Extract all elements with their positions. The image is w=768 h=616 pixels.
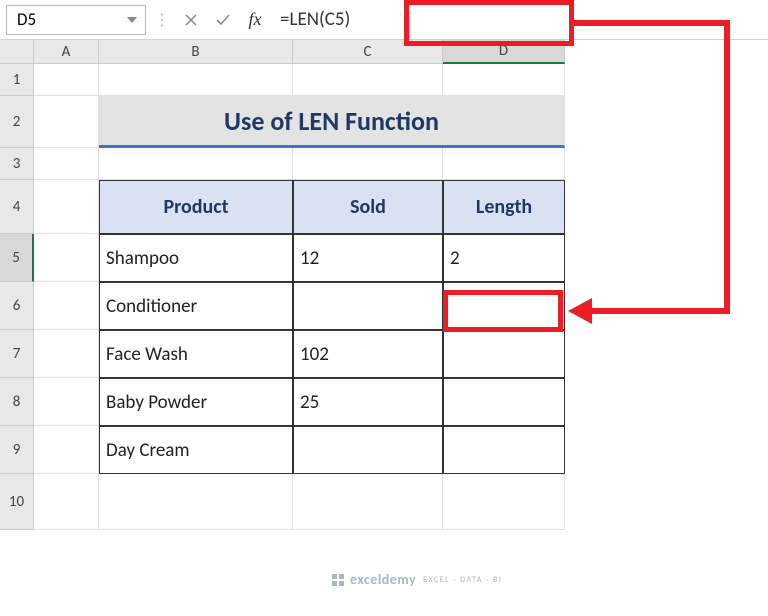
row-6: 6 Conditioner bbox=[0, 282, 768, 330]
cell-product-1[interactable]: Conditioner bbox=[99, 282, 293, 330]
rows-area: 1 2 Use of LEN Function 3 4 Product Sold… bbox=[0, 64, 768, 530]
cell-length-1[interactable] bbox=[443, 282, 565, 330]
row-header-8[interactable]: 8 bbox=[0, 378, 34, 426]
row-2: 2 Use of LEN Function bbox=[0, 96, 768, 148]
separator: ⋮ bbox=[154, 10, 170, 30]
cell-A1[interactable] bbox=[34, 64, 99, 96]
cell-A7[interactable] bbox=[34, 330, 99, 378]
cell-C10[interactable] bbox=[293, 474, 443, 530]
formula-text: =LEN(C5) bbox=[280, 8, 350, 31]
column-headers: A B C D bbox=[0, 40, 768, 64]
row-4: 4 Product Sold Length bbox=[0, 180, 768, 234]
cell-D3[interactable] bbox=[443, 148, 565, 180]
cell-A9[interactable] bbox=[34, 426, 99, 474]
cell-length-2[interactable] bbox=[443, 330, 565, 378]
cell-sold-4[interactable] bbox=[293, 426, 443, 474]
row-header-2[interactable]: 2 bbox=[0, 96, 34, 148]
cell-sold-1[interactable] bbox=[293, 282, 443, 330]
row-header-6[interactable]: 6 bbox=[0, 282, 34, 330]
row-header-1[interactable]: 1 bbox=[0, 64, 34, 96]
fx-icon[interactable]: fx bbox=[242, 7, 268, 33]
cell-sold-3[interactable]: 25 bbox=[293, 378, 443, 426]
cell-sold-0[interactable]: 12 bbox=[293, 234, 443, 282]
name-box-value: D5 bbox=[17, 9, 36, 30]
watermark-icon bbox=[330, 572, 346, 588]
cell-B3[interactable] bbox=[99, 148, 293, 180]
select-all-corner[interactable] bbox=[0, 40, 34, 64]
row-3: 3 bbox=[0, 148, 768, 180]
row-8: 8 Baby Powder 25 bbox=[0, 378, 768, 426]
column-header-A[interactable]: A bbox=[34, 40, 99, 64]
table-header-product[interactable]: Product bbox=[99, 180, 293, 234]
annotation-line bbox=[574, 20, 730, 26]
cell-A5[interactable] bbox=[34, 234, 99, 282]
row-header-3[interactable]: 3 bbox=[0, 148, 34, 180]
check-icon[interactable] bbox=[210, 7, 236, 33]
row-9: 9 Day Cream bbox=[0, 426, 768, 474]
spreadsheet-grid: A B C D 1 2 Use of LEN Function 3 4 P bbox=[0, 40, 768, 616]
cell-D10[interactable] bbox=[443, 474, 565, 530]
row-5: 5 Shampoo 12 2 bbox=[0, 234, 768, 282]
column-header-D[interactable]: D bbox=[443, 40, 565, 64]
cell-A10[interactable] bbox=[34, 474, 99, 530]
name-box[interactable]: D5 bbox=[6, 5, 146, 35]
cell-A8[interactable] bbox=[34, 378, 99, 426]
watermark-sub: EXCEL · DATA · BI bbox=[423, 575, 502, 585]
row-header-4[interactable]: 4 bbox=[0, 180, 34, 234]
annotation-line bbox=[724, 20, 730, 314]
row-header-9[interactable]: 9 bbox=[0, 426, 34, 474]
chevron-down-icon[interactable] bbox=[127, 13, 137, 27]
cell-B10[interactable] bbox=[99, 474, 293, 530]
row-1: 1 bbox=[0, 64, 768, 96]
row-7: 7 Face Wash 102 bbox=[0, 330, 768, 378]
table-header-sold[interactable]: Sold bbox=[293, 180, 443, 234]
title-cell[interactable]: Use of LEN Function bbox=[99, 96, 565, 148]
cell-product-4[interactable]: Day Cream bbox=[99, 426, 293, 474]
row-10: 10 bbox=[0, 474, 768, 530]
row-header-10[interactable]: 10 bbox=[0, 474, 34, 530]
cell-product-0[interactable]: Shampoo bbox=[99, 234, 293, 282]
cell-length-4[interactable] bbox=[443, 426, 565, 474]
cell-B1[interactable] bbox=[99, 64, 293, 96]
cell-product-2[interactable]: Face Wash bbox=[99, 330, 293, 378]
watermark: exceldemy EXCEL · DATA · BI bbox=[330, 571, 502, 588]
watermark-brand: exceldemy bbox=[350, 571, 416, 588]
cell-sold-2[interactable]: 102 bbox=[293, 330, 443, 378]
cell-A4[interactable] bbox=[34, 180, 99, 234]
row-header-5[interactable]: 5 bbox=[0, 234, 34, 282]
cell-A2[interactable] bbox=[34, 96, 99, 148]
cell-C3[interactable] bbox=[293, 148, 443, 180]
annotation-line bbox=[590, 308, 730, 314]
column-header-B[interactable]: B bbox=[99, 40, 293, 64]
cell-length-0[interactable]: 2 bbox=[443, 234, 565, 282]
cell-length-3[interactable] bbox=[443, 378, 565, 426]
cell-product-3[interactable]: Baby Powder bbox=[99, 378, 293, 426]
column-header-C[interactable]: C bbox=[293, 40, 443, 64]
cell-C1[interactable] bbox=[293, 64, 443, 96]
cell-A6[interactable] bbox=[34, 282, 99, 330]
cell-D1[interactable] bbox=[443, 64, 565, 96]
row-header-7[interactable]: 7 bbox=[0, 330, 34, 378]
cell-A3[interactable] bbox=[34, 148, 99, 180]
cancel-icon[interactable] bbox=[178, 7, 204, 33]
table-header-length[interactable]: Length bbox=[443, 180, 565, 234]
annotation-arrow-icon bbox=[568, 298, 592, 324]
